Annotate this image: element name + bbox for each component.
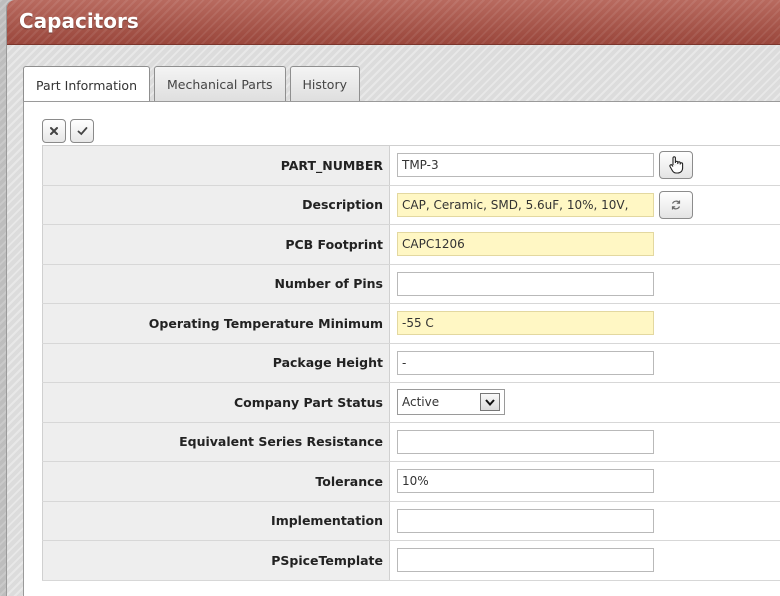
dialog-window: Capacitors Part Information Mechanical P… bbox=[6, 0, 780, 596]
number-of-pins-field[interactable] bbox=[397, 271, 654, 296]
field-label: Implementation bbox=[42, 501, 390, 540]
tab-history[interactable]: History bbox=[289, 66, 360, 102]
field-label: Operating Temperature Minimum bbox=[42, 304, 390, 343]
part-number-field[interactable]: TMP-3 bbox=[397, 153, 654, 178]
title-bar[interactable]: Capacitors bbox=[7, 0, 780, 45]
tab-strip: Part Information Mechanical Parts Histor… bbox=[23, 66, 360, 103]
select-value: Active bbox=[402, 395, 440, 410]
refresh-button[interactable] bbox=[659, 190, 693, 219]
field-label: Package Height bbox=[42, 343, 390, 382]
implementation-field[interactable] bbox=[397, 508, 654, 533]
form-row-company-part-status: Company Part Status Active bbox=[42, 383, 780, 423]
window-title: Capacitors bbox=[19, 9, 139, 33]
save-button[interactable] bbox=[70, 119, 94, 143]
hand-cursor-icon bbox=[669, 156, 684, 174]
form-row-implementation: Implementation bbox=[42, 501, 780, 541]
field-label: Company Part Status bbox=[42, 383, 390, 422]
field-label: PSpiceTemplate bbox=[42, 541, 390, 580]
part-form: PART_NUMBER TMP-3 Description CAP, Ceram… bbox=[42, 145, 780, 581]
form-row-pcb-footprint: PCB Footprint CAPC1206 bbox=[42, 225, 780, 265]
pspice-template-field[interactable] bbox=[397, 548, 654, 573]
tab-panel: PART_NUMBER TMP-3 Description CAP, Ceram… bbox=[23, 101, 780, 596]
pcb-footprint-field[interactable]: CAPC1206 bbox=[397, 232, 654, 257]
chevron-down-icon bbox=[485, 399, 495, 406]
dropdown-arrow[interactable] bbox=[480, 393, 500, 412]
check-icon bbox=[77, 127, 87, 136]
lookup-button[interactable] bbox=[659, 151, 693, 180]
field-label: PCB Footprint bbox=[42, 225, 390, 264]
package-height-field[interactable]: - bbox=[397, 350, 654, 375]
description-field[interactable]: CAP, Ceramic, SMD, 5.6uF, 10%, 10V, bbox=[397, 192, 654, 217]
field-label: Description bbox=[42, 185, 390, 224]
field-label: Number of Pins bbox=[42, 264, 390, 303]
cancel-button[interactable] bbox=[42, 119, 66, 143]
form-row-operating-temperature-minimum: Operating Temperature Minimum -55 C bbox=[42, 304, 780, 344]
form-toolbar bbox=[42, 119, 94, 143]
field-label: Tolerance bbox=[42, 462, 390, 501]
form-row-part-number: PART_NUMBER TMP-3 bbox=[42, 146, 780, 186]
form-row-description: Description CAP, Ceramic, SMD, 5.6uF, 10… bbox=[42, 185, 780, 225]
company-part-status-select[interactable]: Active bbox=[397, 389, 505, 416]
form-row-pspice-template: PSpiceTemplate bbox=[42, 541, 780, 581]
form-row-number-of-pins: Number of Pins bbox=[42, 264, 780, 304]
tab-part-information[interactable]: Part Information bbox=[23, 66, 151, 103]
operating-temp-min-field[interactable]: -55 C bbox=[397, 311, 654, 336]
form-row-tolerance: Tolerance 10% bbox=[42, 462, 780, 502]
esr-field[interactable] bbox=[397, 429, 654, 454]
close-icon bbox=[50, 127, 58, 135]
refresh-icon bbox=[671, 200, 681, 210]
form-row-equivalent-series-resistance: Equivalent Series Resistance bbox=[42, 422, 780, 462]
form-row-package-height: Package Height - bbox=[42, 343, 780, 383]
tolerance-field[interactable]: 10% bbox=[397, 469, 654, 494]
field-label: Equivalent Series Resistance bbox=[42, 422, 390, 461]
tab-mechanical-parts[interactable]: Mechanical Parts bbox=[154, 66, 286, 102]
field-label: PART_NUMBER bbox=[42, 146, 390, 185]
